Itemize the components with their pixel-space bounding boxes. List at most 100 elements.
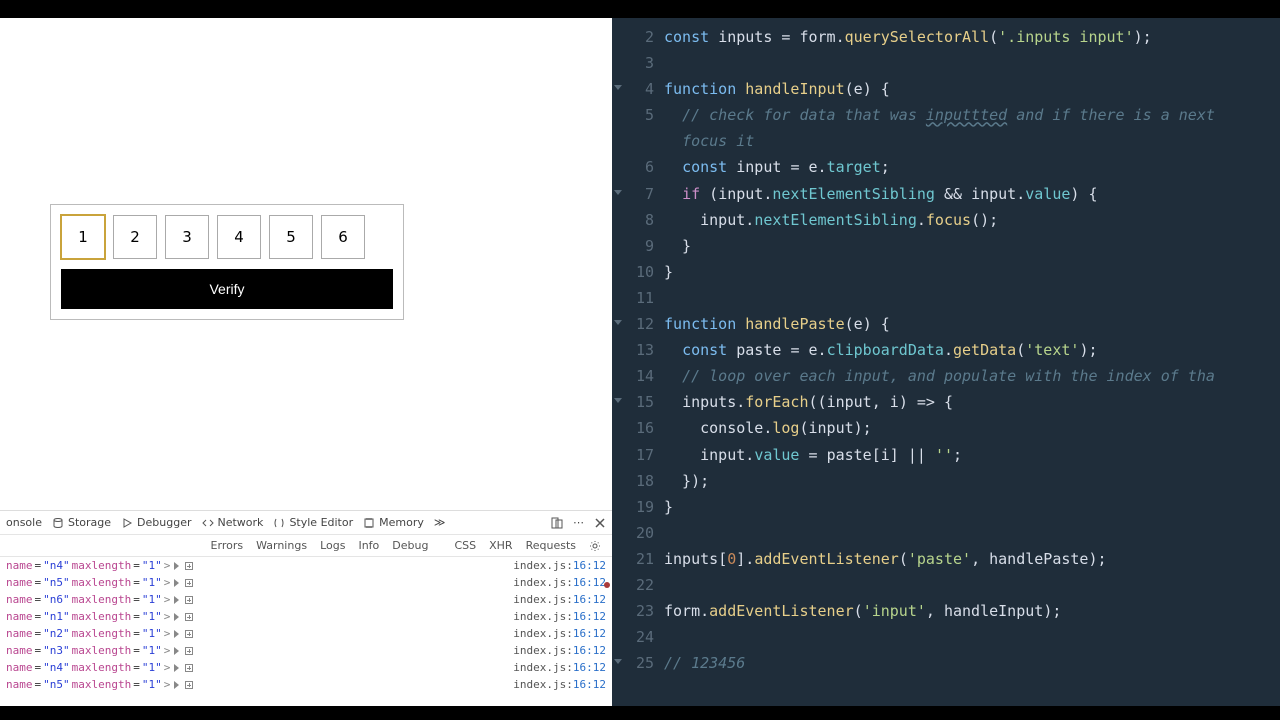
code-line[interactable]: }: [664, 259, 1280, 285]
expand-twisty-icon[interactable]: [185, 664, 193, 672]
console-output[interactable]: name="n4" maxlength="1"> index.js:16:12n…: [0, 557, 612, 706]
devtools-tab-storage[interactable]: Storage: [52, 516, 111, 529]
settings-gear-icon[interactable]: [584, 538, 606, 554]
code-line[interactable]: [664, 520, 1280, 546]
tabs-overflow-icon[interactable]: ≫: [434, 516, 446, 529]
expand-twisty-icon[interactable]: [185, 596, 193, 604]
expand-twisty-icon[interactable]: [185, 579, 193, 587]
line-number[interactable]: 15: [612, 389, 654, 415]
line-number[interactable]: 20: [612, 520, 654, 546]
code-line[interactable]: const input = e.target;: [664, 154, 1280, 180]
console-row[interactable]: name="n1" maxlength="1"> index.js:16:12: [0, 608, 612, 625]
code-line[interactable]: const inputs = form.querySelectorAll('.i…: [664, 24, 1280, 50]
console-row[interactable]: name="n5" maxlength="1"> index.js:16:12: [0, 574, 612, 591]
line-number[interactable]: 2: [612, 24, 654, 50]
code-line[interactable]: input.nextElementSibling.focus();: [664, 207, 1280, 233]
code-line[interactable]: if (input.nextElementSibling && input.va…: [664, 181, 1280, 207]
code-line[interactable]: // check for data that was inputtted and…: [664, 102, 1280, 128]
expand-caret-icon[interactable]: [174, 630, 179, 638]
code-line[interactable]: const paste = e.clipboardData.getData('t…: [664, 337, 1280, 363]
otp-input-1[interactable]: [61, 215, 105, 259]
code-line[interactable]: }: [664, 494, 1280, 520]
expand-twisty-icon[interactable]: [185, 630, 193, 638]
close-devtools-icon[interactable]: [594, 517, 606, 529]
code-body[interactable]: const inputs = form.querySelectorAll('.i…: [664, 18, 1280, 706]
line-number[interactable]: 16: [612, 415, 654, 441]
expand-caret-icon[interactable]: [174, 664, 179, 672]
code-line[interactable]: function handleInput(e) {: [664, 76, 1280, 102]
line-number[interactable]: 23: [612, 598, 654, 624]
code-line[interactable]: [664, 50, 1280, 76]
code-line[interactable]: console.log(input);: [664, 415, 1280, 441]
line-number[interactable]: 17: [612, 442, 654, 468]
console-row[interactable]: name="n2" maxlength="1"> index.js:16:12: [0, 625, 612, 642]
code-line[interactable]: [664, 572, 1280, 598]
line-number[interactable]: 14: [612, 363, 654, 389]
line-number[interactable]: 21: [612, 546, 654, 572]
line-number[interactable]: 8: [612, 207, 654, 233]
code-line[interactable]: // 123456: [664, 650, 1280, 676]
code-line[interactable]: inputs[0].addEventListener('paste', hand…: [664, 546, 1280, 572]
filter-info[interactable]: Info: [353, 537, 384, 554]
filter-xhr[interactable]: XHR: [484, 537, 517, 554]
expand-twisty-icon[interactable]: [185, 647, 193, 655]
filter-errors[interactable]: Errors: [206, 537, 249, 554]
otp-input-5[interactable]: [269, 215, 313, 259]
line-number[interactable]: 4: [612, 76, 654, 102]
filter-warnings[interactable]: Warnings: [251, 537, 312, 554]
expand-twisty-icon[interactable]: [185, 681, 193, 689]
console-row[interactable]: name="n3" maxlength="1"> index.js:16:12: [0, 642, 612, 659]
otp-input-3[interactable]: [165, 215, 209, 259]
expand-caret-icon[interactable]: [174, 596, 179, 604]
line-number[interactable]: 22: [612, 572, 654, 598]
code-editor[interactable]: 2345 67891011121314151617181920212223242…: [612, 18, 1280, 706]
console-row[interactable]: name="n4" maxlength="1"> index.js:16:12: [0, 659, 612, 676]
devtools-tab-style-editor[interactable]: Style Editor: [273, 516, 353, 529]
code-line[interactable]: });: [664, 468, 1280, 494]
line-number[interactable]: 24: [612, 624, 654, 650]
expand-caret-icon[interactable]: [174, 647, 179, 655]
console-row[interactable]: name="n4" maxlength="1"> index.js:16:12: [0, 557, 612, 574]
kebab-menu-icon[interactable]: ⋯: [573, 516, 584, 529]
devtools-tab-onsole[interactable]: onsole: [6, 516, 42, 529]
line-number[interactable]: 3: [612, 50, 654, 76]
line-number[interactable]: 25: [612, 650, 654, 676]
devtools-tab-debugger[interactable]: Debugger: [121, 516, 191, 529]
verify-button[interactable]: Verify: [61, 269, 393, 309]
responsive-mode-icon[interactable]: [551, 517, 563, 529]
code-line[interactable]: inputs.forEach((input, i) => {: [664, 389, 1280, 415]
line-number[interactable]: 13: [612, 337, 654, 363]
line-number[interactable]: 9: [612, 233, 654, 259]
line-number[interactable]: 7: [612, 181, 654, 207]
code-line[interactable]: [664, 624, 1280, 650]
code-line[interactable]: input.value = paste[i] || '';: [664, 442, 1280, 468]
expand-caret-icon[interactable]: [174, 579, 179, 587]
console-row[interactable]: name="n6" maxlength="1"> index.js:16:12: [0, 591, 612, 608]
line-number[interactable]: 5: [612, 102, 654, 128]
line-number[interactable]: 6: [612, 154, 654, 180]
line-number[interactable]: 18: [612, 468, 654, 494]
expand-caret-icon[interactable]: [174, 681, 179, 689]
line-number[interactable]: 19: [612, 494, 654, 520]
code-line[interactable]: form.addEventListener('input', handleInp…: [664, 598, 1280, 624]
code-line[interactable]: // loop over each input, and populate wi…: [664, 363, 1280, 389]
filter-logs[interactable]: Logs: [315, 537, 350, 554]
devtools-tab-network[interactable]: Network: [202, 516, 264, 529]
expand-twisty-icon[interactable]: [185, 613, 193, 621]
expand-caret-icon[interactable]: [174, 562, 179, 570]
code-line[interactable]: function handlePaste(e) {: [664, 311, 1280, 337]
otp-input-2[interactable]: [113, 215, 157, 259]
filter-debug[interactable]: Debug: [387, 537, 433, 554]
line-number[interactable]: 11: [612, 285, 654, 311]
filter-css[interactable]: CSS: [449, 537, 481, 554]
line-number[interactable]: [612, 128, 654, 154]
line-number[interactable]: 12: [612, 311, 654, 337]
otp-input-4[interactable]: [217, 215, 261, 259]
expand-twisty-icon[interactable]: [185, 562, 193, 570]
console-row[interactable]: name="n5" maxlength="1"> index.js:16:12: [0, 676, 612, 693]
expand-caret-icon[interactable]: [174, 613, 179, 621]
code-line[interactable]: }: [664, 233, 1280, 259]
line-number[interactable]: 10: [612, 259, 654, 285]
code-line[interactable]: [664, 285, 1280, 311]
filter-requests[interactable]: Requests: [521, 537, 581, 554]
